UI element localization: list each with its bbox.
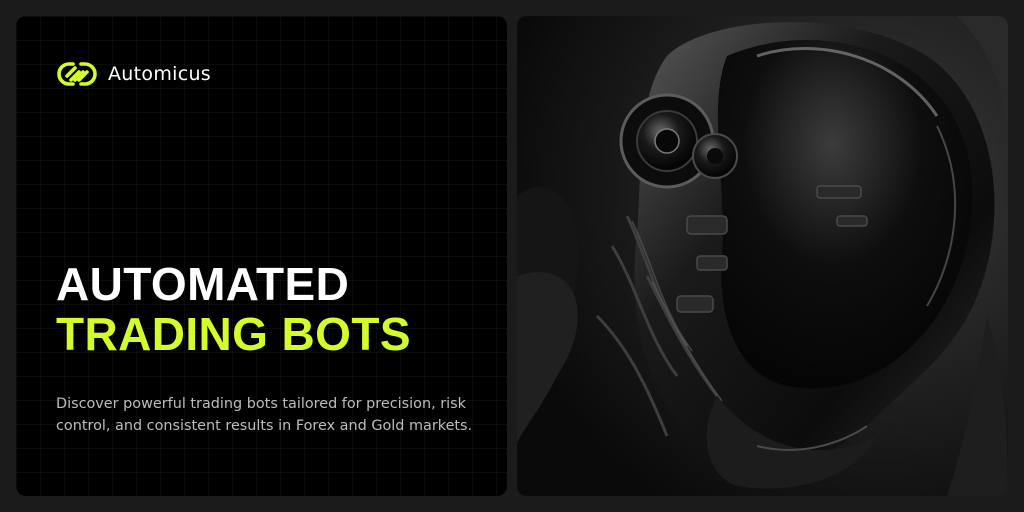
interlocking-rings-icon (57, 62, 97, 86)
headline: AUTOMATED TRADING BOTS (56, 259, 411, 359)
banner: Automicus AUTOMATED TRADING BOTS Discove… (0, 0, 1024, 512)
hero-image (517, 16, 1008, 496)
headline-line-1: AUTOMATED (56, 258, 350, 310)
robot-head-icon (517, 16, 1008, 496)
headline-line-2: TRADING BOTS (56, 308, 411, 360)
logo: Automicus (56, 58, 211, 90)
info-card: Automicus AUTOMATED TRADING BOTS Discove… (16, 16, 507, 496)
brand-name: Automicus (108, 63, 211, 85)
description: Discover powerful trading bots tailored … (56, 396, 473, 434)
